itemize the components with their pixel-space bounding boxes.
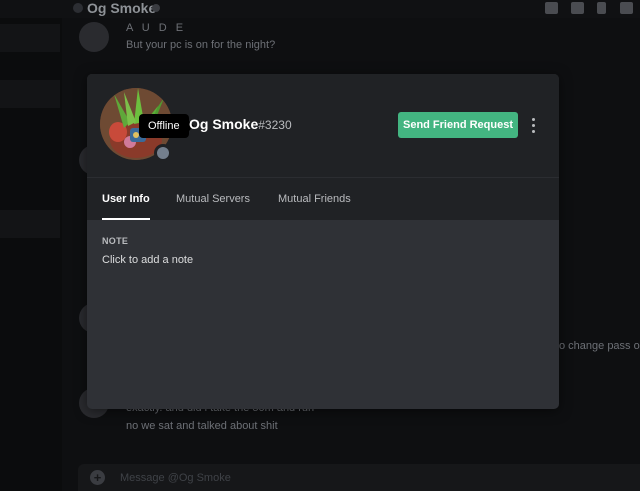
user-profile-modal: Offline Og Smoke#3230 Send Friend Reques… [87, 74, 559, 409]
sidebar [0, 18, 62, 491]
composer-placeholder: Message @Og Smoke [120, 472, 231, 484]
sidebar-item[interactable] [0, 80, 60, 108]
note-input[interactable]: Click to add a note [102, 254, 193, 266]
video-call-icon[interactable] [545, 2, 558, 14]
channel-header: Og Smoke [0, 0, 640, 18]
tab-user-info[interactable]: User Info [102, 178, 150, 220]
sidebar-item[interactable] [0, 210, 60, 238]
vertical-ellipsis-icon[interactable] [527, 116, 541, 134]
add-friend-icon[interactable] [620, 2, 633, 14]
profile-tabs: User Info Mutual Servers Mutual Friends [87, 177, 559, 220]
message-author: A U D E [126, 22, 187, 34]
at-icon [73, 3, 83, 13]
offline-status-icon [157, 147, 169, 159]
status-tooltip: Offline [139, 114, 194, 138]
voice-call-icon[interactable] [571, 2, 584, 14]
pin-icon[interactable] [597, 2, 606, 14]
username-text: Og Smoke [189, 116, 259, 132]
sidebar-item[interactable] [0, 24, 60, 52]
message-composer[interactable]: + Message @Og Smoke [78, 464, 640, 491]
note-label: NOTE [102, 236, 129, 246]
add-attachment-icon[interactable]: + [90, 470, 105, 485]
message-text: no we sat and talked about shit [126, 420, 278, 432]
send-friend-request-button[interactable]: Send Friend Request [398, 112, 518, 138]
message-text: o change pass or [559, 340, 640, 352]
channel-title: Og Smoke [87, 0, 157, 16]
profile-username: Og Smoke#3230 [189, 116, 292, 132]
status-indicator [154, 144, 172, 162]
avatar[interactable] [79, 22, 109, 52]
message-text: But your pc is on for the night? [126, 39, 276, 51]
status-dot-icon [152, 4, 160, 12]
profile-header: Offline Og Smoke#3230 Send Friend Reques… [87, 74, 559, 177]
tab-mutual-friends[interactable]: Mutual Friends [278, 178, 351, 220]
discriminator: #3230 [258, 118, 292, 132]
tab-mutual-servers[interactable]: Mutual Servers [176, 178, 250, 220]
